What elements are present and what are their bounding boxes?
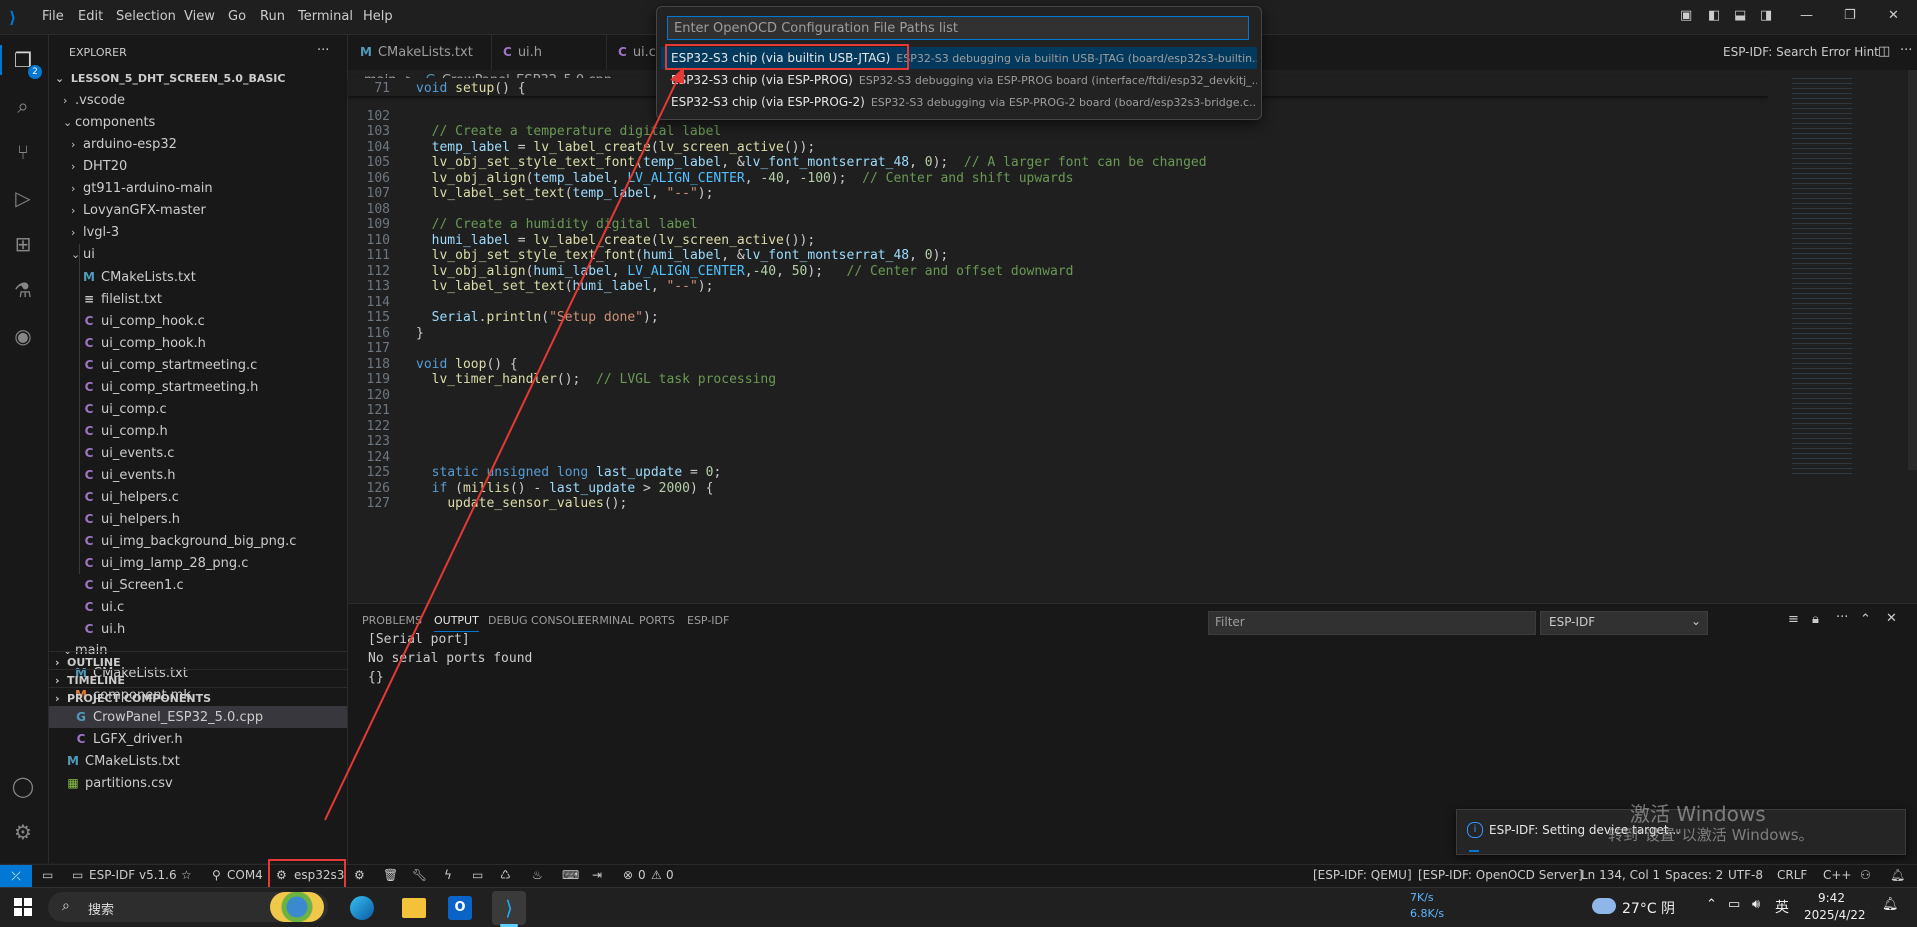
annotation-arrowhead: [670, 67, 684, 84]
annotation-arrow-line: [324, 75, 680, 821]
annotation-arrow: [324, 67, 684, 821]
